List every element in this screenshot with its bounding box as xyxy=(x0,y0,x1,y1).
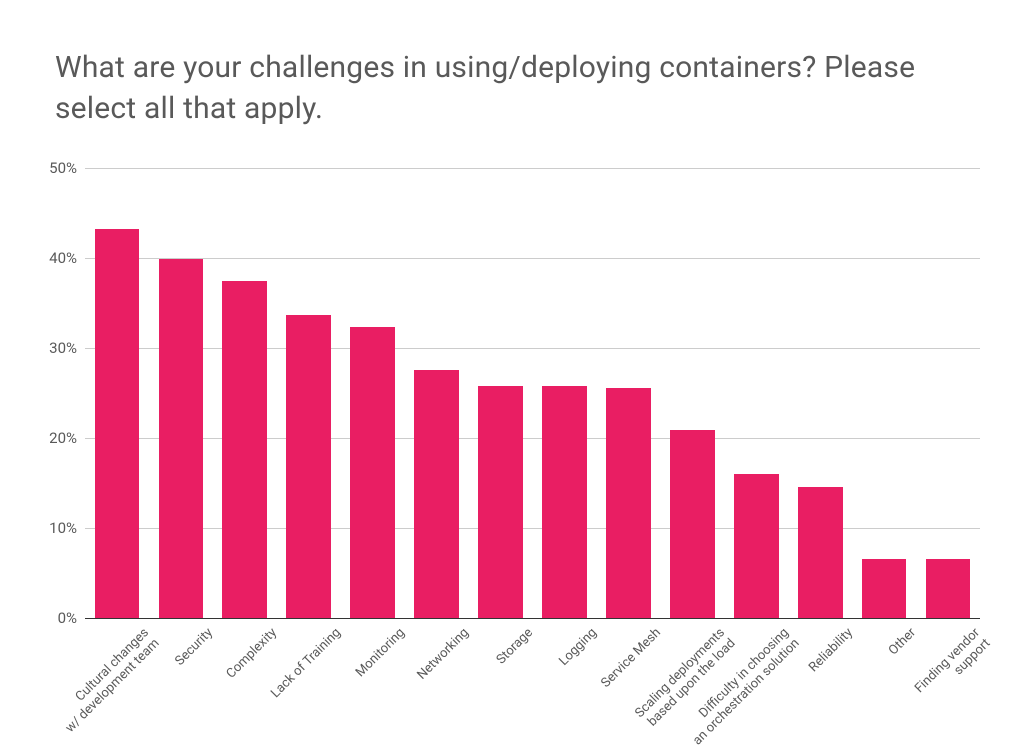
bar xyxy=(222,281,267,618)
bar xyxy=(798,487,843,618)
bar xyxy=(95,229,140,618)
plot-area xyxy=(85,168,980,618)
bar xyxy=(670,430,715,618)
x-axis-labels: Cultural changes w/ development teamSecu… xyxy=(85,626,980,746)
x-tick-label: Cultural changes w/ development team xyxy=(0,626,163,748)
bars-group xyxy=(85,168,980,618)
y-tick-label: 40% xyxy=(27,249,77,267)
bar xyxy=(350,327,395,618)
bar xyxy=(862,559,907,618)
bar xyxy=(414,370,459,618)
bar-chart: What are your challenges in using/deploy… xyxy=(0,0,1032,748)
bar xyxy=(159,259,204,618)
bar xyxy=(606,388,651,618)
y-tick-label: 50% xyxy=(27,159,77,177)
bar xyxy=(286,315,331,618)
chart-title: What are your challenges in using/deploy… xyxy=(55,48,955,129)
y-tick-label: 0% xyxy=(27,609,77,627)
bar xyxy=(734,474,779,618)
bar xyxy=(478,386,523,618)
gridline xyxy=(85,618,980,619)
y-tick-label: 10% xyxy=(27,519,77,537)
y-tick-label: 30% xyxy=(27,339,77,357)
bar xyxy=(542,386,587,618)
y-tick-label: 20% xyxy=(27,429,77,447)
bar xyxy=(926,559,971,618)
